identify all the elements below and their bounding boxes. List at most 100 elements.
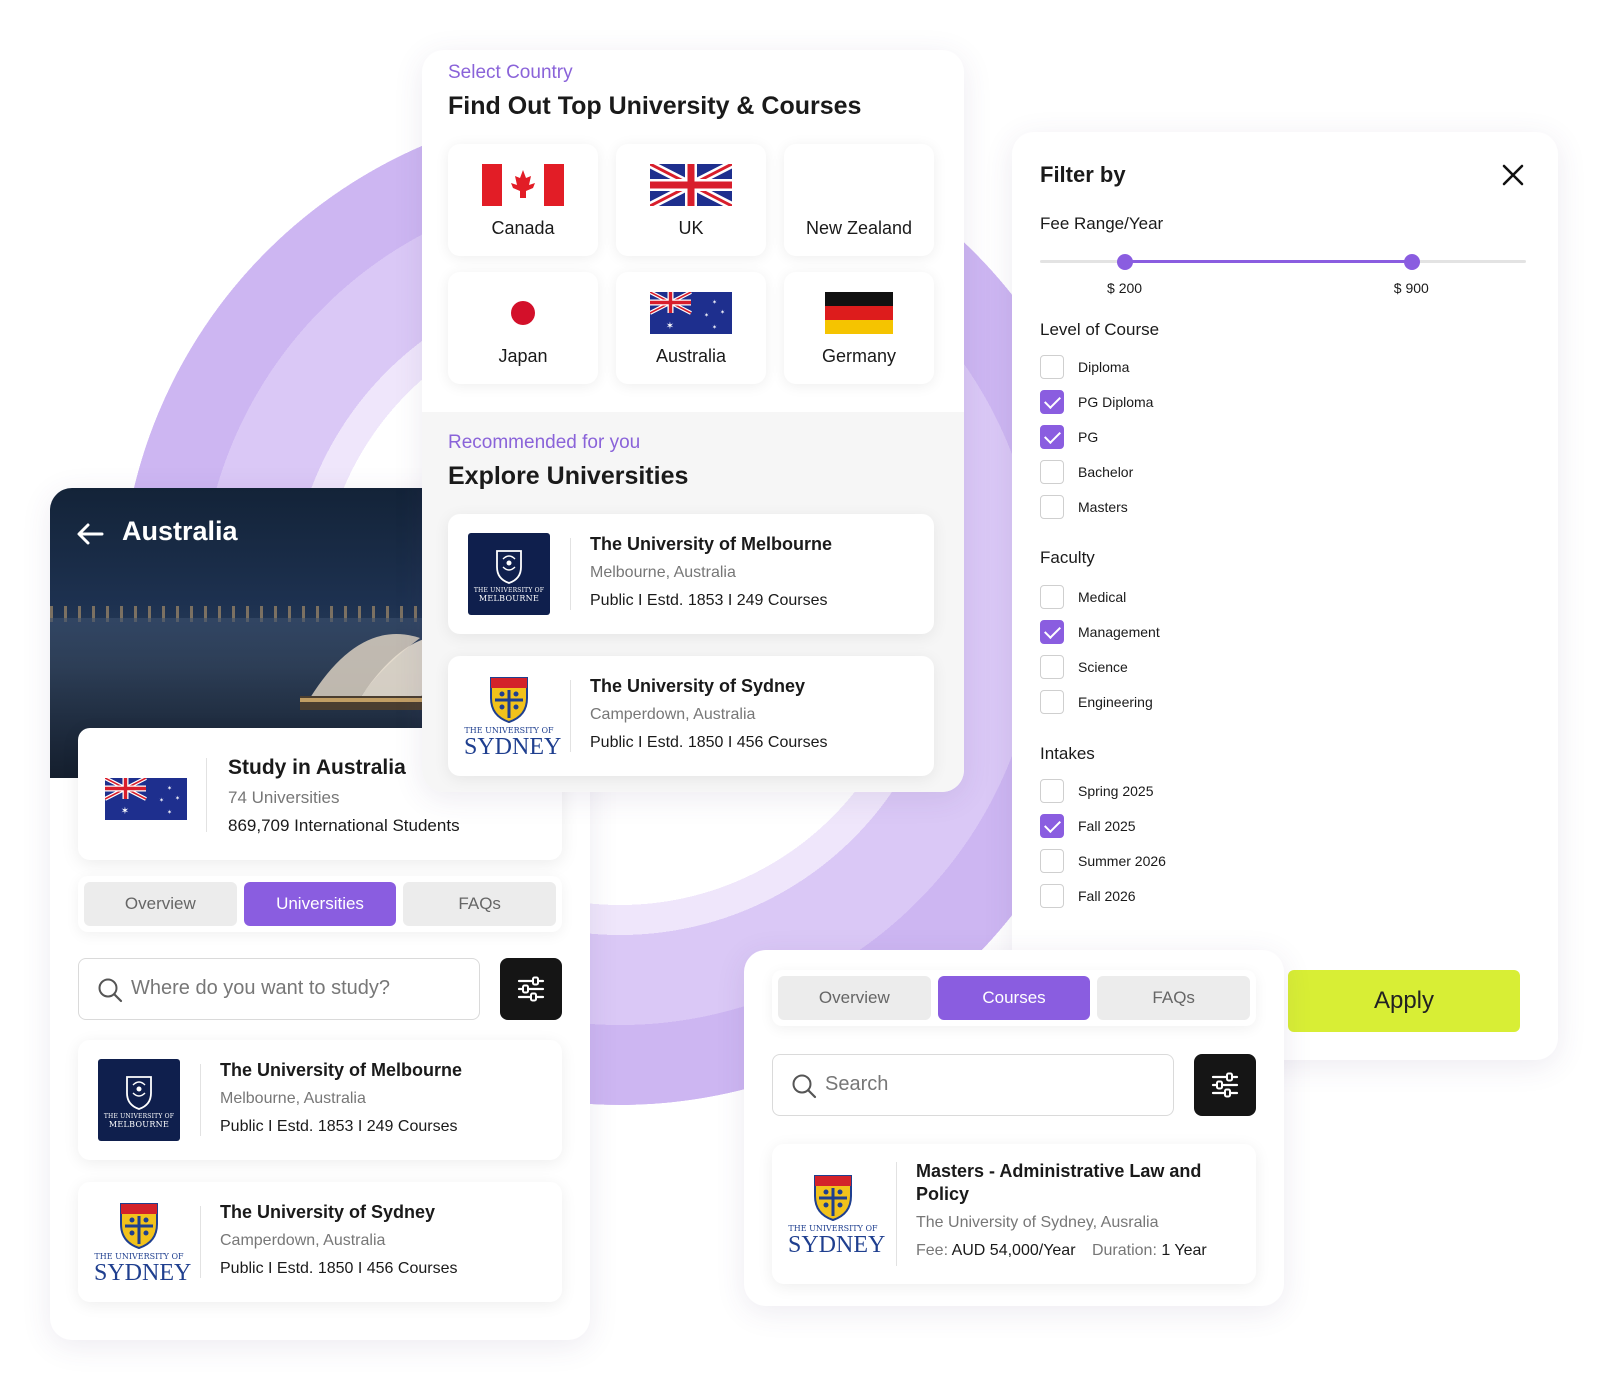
fee-max-label: $ 900 xyxy=(1393,280,1429,296)
sliders-icon xyxy=(517,976,545,1002)
checkbox-masters[interactable]: Masters xyxy=(1040,494,1128,520)
melbourne-logo: THE UNIVERSITY OF MELBOURNE xyxy=(468,533,550,615)
country-tile-new-zealand[interactable]: New Zealand xyxy=(784,144,934,256)
tab-faqs[interactable]: FAQs xyxy=(403,882,557,926)
section-title: Find Out Top University & Courses xyxy=(448,92,862,120)
select-country-label: Select Country xyxy=(448,62,573,83)
crest-icon xyxy=(814,1175,852,1222)
crest-icon xyxy=(490,677,528,724)
fee-value: AUD 54,000/Year xyxy=(951,1242,1076,1259)
course-fee-duration: Fee: AUD 54,000/Year Duration: 1 Year xyxy=(916,1242,1207,1260)
country-select-screen: Select Country Find Out Top University &… xyxy=(422,50,964,792)
germany-flag-icon xyxy=(825,292,893,334)
back-arrow-icon[interactable] xyxy=(74,518,106,550)
country-tile-germany[interactable]: Germany xyxy=(784,272,934,384)
level-of-course-label: Level of Course xyxy=(1040,320,1160,339)
checkbox-pg[interactable]: PG xyxy=(1040,424,1098,450)
checkbox-pg-diploma[interactable]: PG Diploma xyxy=(1040,389,1153,415)
student-count: 869,709 International Students xyxy=(228,816,460,835)
crest-icon xyxy=(496,550,522,584)
tab-universities[interactable]: Universities xyxy=(243,882,397,926)
checkbox-label: Fall 2026 xyxy=(1078,888,1136,904)
course-tabs: Overview Courses FAQs xyxy=(772,970,1256,1026)
checkbox[interactable] xyxy=(1040,495,1064,519)
svg-text:✶: ✶ xyxy=(712,324,717,331)
divider xyxy=(206,758,207,832)
checkbox-label: Diploma xyxy=(1078,359,1130,375)
university-item-melbourne[interactable]: THE UNIVERSITY OF MELBOURNE The Universi… xyxy=(448,514,934,634)
sliders-icon xyxy=(1211,1072,1239,1098)
checkbox[interactable] xyxy=(1040,814,1064,838)
search-placeholder: Where do you want to study? xyxy=(131,977,391,999)
checkbox[interactable] xyxy=(1040,585,1064,609)
checkbox-management[interactable]: Management xyxy=(1040,619,1160,645)
country-tile-japan[interactable]: Japan xyxy=(448,272,598,384)
apply-button[interactable]: Apply xyxy=(1288,970,1520,1032)
checkbox-spring-2025[interactable]: Spring 2025 xyxy=(1040,778,1154,804)
close-icon[interactable] xyxy=(1498,160,1528,190)
tab-faqs[interactable]: FAQs xyxy=(1097,976,1251,1020)
fee-range-label: Fee Range/Year xyxy=(1040,214,1164,233)
university-item-melbourne[interactable]: THE UNIVERSITY OF MELBOURNE The Universi… xyxy=(78,1040,562,1160)
university-item-sydney[interactable]: THE UNIVERSITY OF SYDNEY The University … xyxy=(78,1182,562,1302)
filter-button[interactable] xyxy=(1194,1054,1256,1116)
university-item-sydney[interactable]: THE UNIVERSITY OF SYDNEY The University … xyxy=(448,656,934,776)
checkbox[interactable] xyxy=(1040,390,1064,414)
country-tile-uk[interactable]: UK xyxy=(616,144,766,256)
course-university: The University of Sydney, Ausralia xyxy=(916,1214,1159,1231)
checkbox[interactable] xyxy=(1040,355,1064,379)
course-item[interactable]: THE UNIVERSITY OF SYDNEY Masters - Admin… xyxy=(772,1144,1256,1284)
filter-button[interactable] xyxy=(500,958,562,1020)
filter-panel: Filter by Fee Range/Year $ 200 $ 900 Lev… xyxy=(1012,132,1558,1060)
svg-text:✶: ✶ xyxy=(121,806,129,817)
svg-text:✶: ✶ xyxy=(175,795,180,802)
checkbox-fall-2025[interactable]: Fall 2025 xyxy=(1040,813,1136,839)
checkbox[interactable] xyxy=(1040,690,1064,714)
svg-text:✶: ✶ xyxy=(666,321,674,332)
checkbox-fall-2026[interactable]: Fall 2026 xyxy=(1040,883,1136,909)
checkbox-summer-2026[interactable]: Summer 2026 xyxy=(1040,848,1166,874)
checkbox[interactable] xyxy=(1040,620,1064,644)
checkbox-medical[interactable]: Medical xyxy=(1040,584,1126,610)
divider xyxy=(896,1162,897,1266)
tab-overview[interactable]: Overview xyxy=(84,882,237,926)
study-title: Study in Australia xyxy=(228,756,406,779)
country-tile-australia[interactable]: ✶ ✶ ✶ ✶ ✶ Australia xyxy=(616,272,766,384)
fee-min-handle[interactable] xyxy=(1117,254,1134,270)
university-meta: Public I Estd. 1853 I 249 Courses xyxy=(590,592,828,609)
country-tile-canada[interactable]: Canada xyxy=(448,144,598,256)
country-name: Germany xyxy=(821,346,897,366)
checkbox-label: Medical xyxy=(1078,589,1127,605)
checkbox[interactable] xyxy=(1040,460,1064,484)
checkbox-label: PG xyxy=(1078,429,1099,445)
search-icon xyxy=(792,1074,817,1099)
checkbox-engineering[interactable]: Engineering xyxy=(1040,689,1153,715)
checkbox-label: Masters xyxy=(1078,499,1128,515)
tab-courses[interactable]: Courses xyxy=(937,976,1091,1020)
svg-text:✶: ✶ xyxy=(167,809,172,816)
logo-text-big: MELBOURNE xyxy=(478,594,540,603)
checkbox-bachelor[interactable]: Bachelor xyxy=(1040,459,1133,485)
checkbox[interactable] xyxy=(1040,849,1064,873)
canada-flag-icon xyxy=(482,164,564,206)
courses-screen: Overview Courses FAQs Search THE UNIVERS… xyxy=(744,950,1284,1306)
university-location: Melbourne, Australia xyxy=(590,564,736,581)
country-name: Japan xyxy=(498,346,548,366)
crest-icon xyxy=(120,1203,158,1250)
fee-label: Fee: xyxy=(916,1242,949,1259)
tab-overview[interactable]: Overview xyxy=(778,976,931,1020)
checkbox-science[interactable]: Science xyxy=(1040,654,1128,680)
search-input[interactable]: Where do you want to study? xyxy=(78,958,480,1020)
search-input[interactable]: Search xyxy=(772,1054,1174,1116)
checkbox[interactable] xyxy=(1040,779,1064,803)
logo-text-small: THE UNIVERSITY OF xyxy=(473,587,545,594)
checkbox[interactable] xyxy=(1040,425,1064,449)
australia-flag-icon: ✶ ✶ ✶ ✶ ✶ xyxy=(105,778,187,820)
checkbox[interactable] xyxy=(1040,655,1064,679)
checkbox[interactable] xyxy=(1040,884,1064,908)
checkbox-label: Spring 2025 xyxy=(1078,783,1154,799)
checkbox-diploma[interactable]: Diploma xyxy=(1040,354,1129,380)
fee-max-handle[interactable] xyxy=(1403,254,1420,270)
university-meta: Public I Estd. 1850 I 456 Courses xyxy=(220,1260,458,1277)
country-title: Australia xyxy=(122,516,238,546)
